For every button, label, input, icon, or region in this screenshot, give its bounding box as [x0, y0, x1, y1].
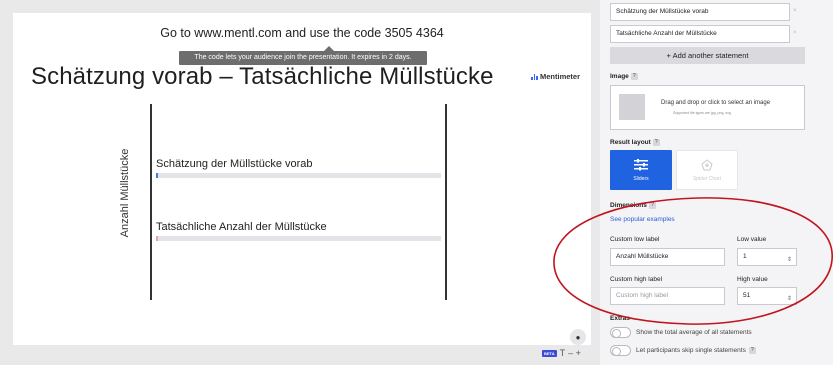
toggle-skip-statements-row: Let participants skip single statements …: [636, 347, 756, 354]
dimensions-label: Dimensions ?: [610, 202, 656, 209]
slide-tools: BETA T – +: [542, 348, 581, 358]
axis-label: Anzahl Müllstücke: [119, 148, 131, 238]
help-icon[interactable]: ?: [648, 202, 656, 209]
mentimeter-logo-icon: [531, 73, 538, 80]
high-value-text: 51: [743, 292, 751, 299]
popular-examples-link[interactable]: See popular examples: [610, 216, 675, 223]
slide-canvas: Go to www.mentl.com and use the code 350…: [13, 13, 591, 345]
toggle-show-average[interactable]: [610, 327, 631, 338]
axis-line-left: [150, 104, 152, 300]
user-icon: ●: [575, 332, 581, 342]
stepper-icon[interactable]: ⇕: [787, 291, 792, 307]
extras-label: Extras: [610, 315, 630, 322]
app-root: Go to www.mentl.com and use the code 350…: [0, 0, 833, 365]
statement-marker-2: [156, 236, 158, 241]
image-placeholder-icon: [619, 94, 645, 120]
low-label-title: Custom low label: [610, 236, 660, 243]
dimensions-text: Dimensions: [610, 202, 647, 209]
statement-input-2[interactable]: Tatsächliche Anzahl der Müllstücke: [610, 25, 790, 43]
axis-line-right: [445, 104, 447, 300]
spider-chart-icon: [701, 158, 713, 170]
add-statement-button[interactable]: + Add another statement: [610, 47, 805, 64]
remove-statement-2-icon[interactable]: ×: [793, 30, 797, 36]
layout-label-sliders: Sliders: [633, 175, 649, 182]
slide-preview-area: Go to www.mentl.com and use the code 350…: [0, 0, 600, 365]
editor-panel: Schätzung der Müllstücke vorab × Tatsäch…: [600, 0, 833, 365]
image-dropzone[interactable]: Drag and drop or click to select an imag…: [610, 85, 805, 130]
slide-title: Schätzung vorab – Tatsächliche Müllstück…: [31, 63, 494, 90]
high-value-title: High value: [737, 276, 768, 283]
low-value-title: Low value: [737, 236, 767, 243]
statement-slider-2: [156, 236, 441, 241]
statement-input-1[interactable]: Schätzung der Müllstücke vorab: [610, 3, 790, 21]
remove-statement-1-icon[interactable]: ×: [793, 8, 797, 14]
stepper-icon[interactable]: ⇕: [787, 252, 792, 268]
toggle-skip-statements-label: Let participants skip single statements: [636, 347, 746, 354]
layout-label-spider-chart: Spider Chart: [692, 175, 722, 182]
low-value-input[interactable]: 1 ⇕: [737, 248, 797, 266]
high-label-input[interactable]: Custom high label: [610, 287, 725, 305]
layout-option-sliders[interactable]: Sliders: [610, 150, 672, 190]
toggle-show-average-label: Show the total average of all statements: [636, 329, 752, 336]
toggle-skip-statements[interactable]: [610, 345, 631, 356]
text-tool-button[interactable]: T: [560, 348, 566, 358]
layout-option-spider-chart[interactable]: Spider Chart: [676, 150, 738, 190]
result-layout-text: Result layout: [610, 139, 651, 146]
image-label-text: Image: [610, 73, 629, 80]
low-value-text: 1: [743, 253, 747, 260]
high-value-input[interactable]: 51 ⇕: [737, 287, 797, 305]
low-label-input[interactable]: Anzahl Müllstücke: [610, 248, 725, 266]
statement-label-1: Schätzung der Müllstücke vorab: [156, 158, 313, 170]
brand-name: Mentimeter: [540, 72, 581, 81]
result-layout-label: Result layout ?: [610, 139, 660, 146]
brand-logo: Mentimeter: [531, 72, 580, 81]
statement-label-2: Tatsächliche Anzahl der Müllstücke: [156, 221, 327, 233]
help-icon[interactable]: ?: [748, 347, 756, 354]
sliders-icon: [634, 158, 648, 170]
high-label-title: Custom high label: [610, 276, 663, 283]
beta-badge: BETA: [542, 349, 557, 357]
zoom-buttons[interactable]: – +: [568, 348, 581, 358]
image-drop-text: Drag and drop or click to select an imag…: [661, 100, 771, 106]
image-section-label: Image ?: [610, 73, 638, 80]
help-icon[interactable]: ?: [630, 73, 638, 80]
join-instruction: Go to www.mentl.com and use the code 350…: [160, 26, 444, 40]
audience-button[interactable]: ●: [570, 329, 586, 345]
statement-marker-1: [156, 173, 158, 178]
image-supported-types: Supported file types are jpg, png, svg: [673, 111, 731, 115]
statement-slider-1: [156, 173, 441, 178]
help-icon[interactable]: ?: [652, 139, 660, 146]
